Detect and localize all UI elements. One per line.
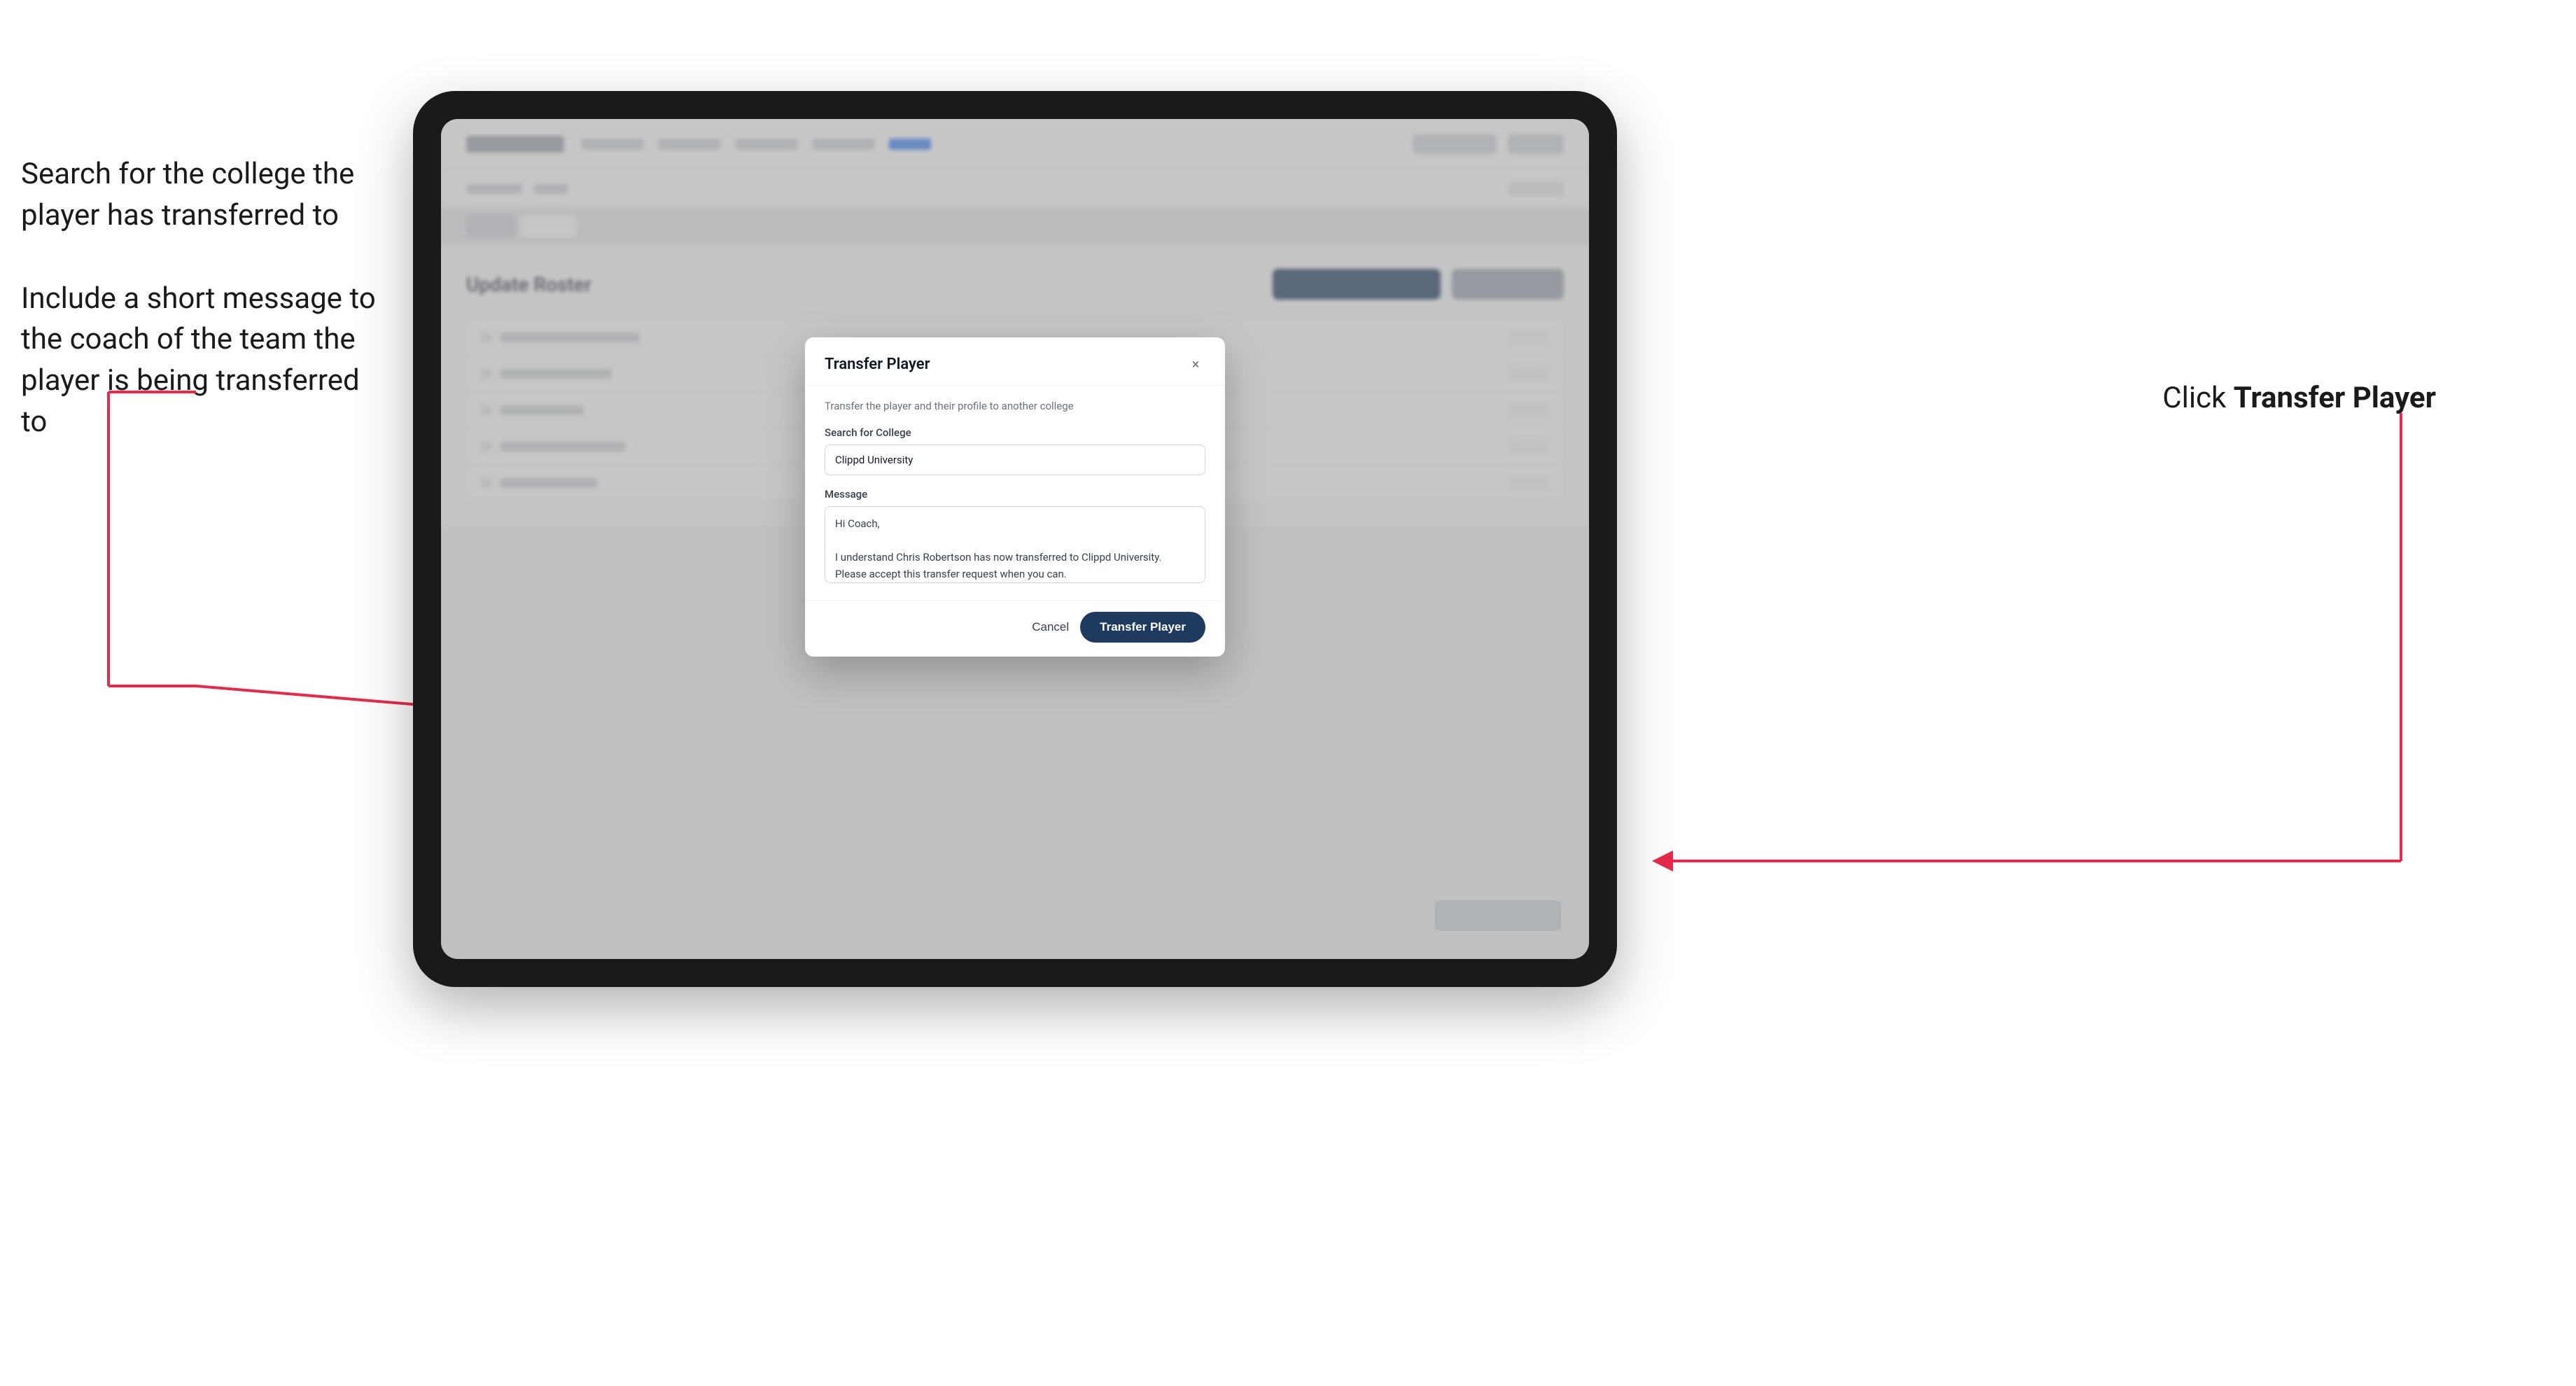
tablet-screen: Update Roster <box>441 119 1589 959</box>
college-input-value: Clippd University <box>835 454 913 466</box>
college-input[interactable]: Clippd University <box>825 444 1205 475</box>
modal-body: Transfer the player and their profile to… <box>805 386 1225 600</box>
modal-title: Transfer Player <box>825 356 930 373</box>
message-textarea[interactable]: Hi Coach,I understand Chris Robertson ha… <box>825 506 1205 583</box>
tablet-frame: Update Roster <box>413 91 1617 987</box>
annotation-search: Search for the college the player has tr… <box>21 154 385 237</box>
annotation-click-prefix: Click <box>2162 381 2233 415</box>
modal-overlay: Transfer Player × Transfer the player an… <box>441 119 1589 959</box>
message-label: Message <box>825 488 1205 500</box>
transfer-player-button[interactable]: Transfer Player <box>1080 612 1205 643</box>
modal-footer: Cancel Transfer Player <box>805 600 1225 657</box>
message-value: Hi Coach,I understand Chris Robertson ha… <box>835 517 1161 580</box>
right-annotation: Click Transfer Player <box>2162 378 2436 419</box>
modal-close-button[interactable]: × <box>1186 354 1205 374</box>
annotation-message: Include a short message to the coach of … <box>21 279 385 443</box>
transfer-player-modal: Transfer Player × Transfer the player an… <box>805 337 1225 657</box>
modal-description: Transfer the player and their profile to… <box>825 400 1205 412</box>
modal-header: Transfer Player × <box>805 337 1225 386</box>
annotation-transfer-label: Transfer Player <box>2234 381 2436 415</box>
college-label: Search for College <box>825 426 1205 439</box>
left-annotations: Search for the college the player has tr… <box>21 154 385 485</box>
cancel-button[interactable]: Cancel <box>1032 620 1069 634</box>
